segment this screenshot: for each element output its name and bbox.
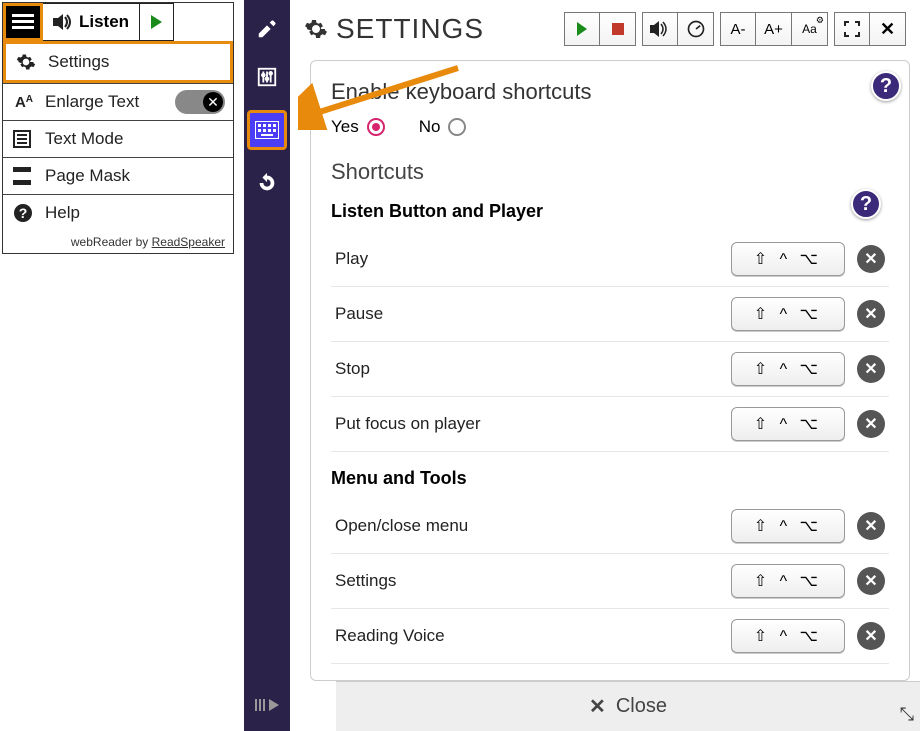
shortcut-key-button[interactable]: ⇧ ^ ⌥ [731,407,845,441]
gauge-icon [686,19,706,39]
shortcut-key-button[interactable]: ⇧ ^ ⌥ [731,619,845,653]
stop-icon [612,23,624,35]
shortcut-label: Settings [335,571,396,591]
menu-item-text-mode[interactable]: Text Mode [3,120,233,157]
shortcuts-heading: Shortcuts [331,159,889,185]
enable-shortcuts-heading: Enable keyboard shortcuts [331,79,889,105]
settings-side-rail [244,0,290,731]
shortcut-clear-button[interactable]: ✕ [857,245,885,273]
toggle-knob-icon: ✕ [203,92,223,112]
shortcut-clear-button[interactable]: ✕ [857,622,885,650]
gear-icon [16,52,38,72]
help-icon: ? [13,203,35,223]
help-badge[interactable]: ? [871,71,901,101]
close-icon: ✕ [880,19,895,40]
svg-text:?: ? [19,205,28,221]
shortcut-row: Open/close menu ⇧ ^ ⌥ ✕ [331,499,889,554]
gear-icon [304,17,328,41]
radio-dot [448,118,466,136]
rail-tab-keyboard[interactable] [247,110,287,150]
shortcut-row: Pause ⇧ ^ ⌥ ✕ [331,287,889,342]
close-bar[interactable]: ✕ Close [336,681,920,731]
help-label: Help [45,203,80,223]
listen-label: Listen [79,12,129,32]
panel-header: SETTINGS A- A+ [290,0,920,56]
tool-stop-button[interactable] [600,12,636,46]
radio-dot-selected [367,118,385,136]
rail-tab-highlight[interactable] [252,14,282,44]
play-icon [151,15,162,29]
shortcut-clear-button[interactable]: ✕ [857,567,885,595]
text-mode-label: Text Mode [45,129,123,149]
expand-icon [844,21,860,37]
shortcut-row: Reading Voice ⇧ ^ ⌥ ✕ [331,609,889,664]
help-badge[interactable]: ? [851,189,881,219]
settings-content[interactable]: ? Enable keyboard shortcuts Yes No ? Sho… [310,60,910,681]
readspeaker-link[interactable]: ReadSpeaker [152,235,225,249]
rail-tab-general[interactable] [252,62,282,92]
menu-item-enlarge-text[interactable]: AA Enlarge Text ✕ [3,83,233,120]
radio-yes[interactable]: Yes [331,117,385,137]
shortcut-key-button[interactable]: ⇧ ^ ⌥ [731,297,845,331]
panel-title-text: SETTINGS [336,13,484,45]
gear-small-icon: ⚙ [816,15,824,26]
settings-panel: SETTINGS A- A+ [244,0,920,731]
text-mode-icon [13,130,35,148]
shortcut-row: Settings ⇧ ^ ⌥ ✕ [331,554,889,609]
tool-font-settings[interactable]: Aa ⚙ [792,12,828,46]
menu-item-help[interactable]: ? Help [3,194,233,231]
shortcut-label: Put focus on player [335,414,481,434]
tool-font-increase[interactable]: A+ [756,12,792,46]
play-button[interactable] [140,3,174,41]
shortcut-row: Play ⇧ ^ ⌥ ✕ [331,232,889,287]
rail-tab-restore[interactable] [252,168,282,198]
close-icon: ✕ [589,694,606,719]
webreader-widget: Listen Settings AA Enlarge Text ✕ Text M… [2,2,234,254]
speaker-icon [53,13,73,31]
shortcut-clear-button[interactable]: ✕ [857,355,885,383]
tool-font-decrease[interactable]: A- [720,12,756,46]
enlarge-text-icon: AA [13,94,35,111]
shortcut-row: Put focus on player ⇧ ^ ⌥ ✕ [331,397,889,452]
menu-item-page-mask[interactable]: Page Mask [3,157,233,194]
tool-volume-button[interactable] [642,12,678,46]
shortcut-row: Stop ⇧ ^ ⌥ ✕ [331,342,889,397]
shortcut-label: Reading Voice [335,626,445,646]
page-mask-icon [13,167,35,185]
resize-handle[interactable]: ⤡ [900,704,914,725]
enlarge-label: Enlarge Text [45,92,139,112]
tool-fullscreen-button[interactable] [834,12,870,46]
tool-speed-button[interactable] [678,12,714,46]
shortcut-key-button[interactable]: ⇧ ^ ⌥ [731,509,845,543]
close-label: Close [616,695,667,718]
enlarge-text-toggle[interactable]: ✕ [175,90,225,114]
shortcut-label: Pause [335,304,383,324]
menu-toggle-button[interactable] [3,3,43,41]
shortcut-clear-button[interactable]: ✕ [857,410,885,438]
shortcut-key-button[interactable]: ⇧ ^ ⌥ [731,352,845,386]
tool-close-button[interactable]: ✕ [870,12,906,46]
shortcut-clear-button[interactable]: ✕ [857,300,885,328]
page-mask-label: Page Mask [45,166,130,186]
rail-collapse-icon[interactable] [244,697,290,713]
speaker-icon [650,21,670,37]
shortcut-label: Open/close menu [335,516,468,536]
play-icon [577,22,587,36]
shortcut-group-title: Menu and Tools [331,468,889,489]
listen-button[interactable]: Listen [43,3,140,41]
menu-item-settings[interactable]: Settings [3,41,233,83]
shortcut-clear-button[interactable]: ✕ [857,512,885,540]
settings-label: Settings [48,52,109,72]
shortcut-key-button[interactable]: ⇧ ^ ⌥ [731,242,845,276]
shortcut-group-title: Listen Button and Player [331,201,889,222]
shortcut-label: Stop [335,359,370,379]
widget-footer: webReader by ReadSpeaker [3,231,233,253]
radio-no[interactable]: No [419,117,467,137]
tool-play-button[interactable] [564,12,600,46]
shortcut-label: Play [335,249,368,269]
shortcut-key-button[interactable]: ⇧ ^ ⌥ [731,564,845,598]
